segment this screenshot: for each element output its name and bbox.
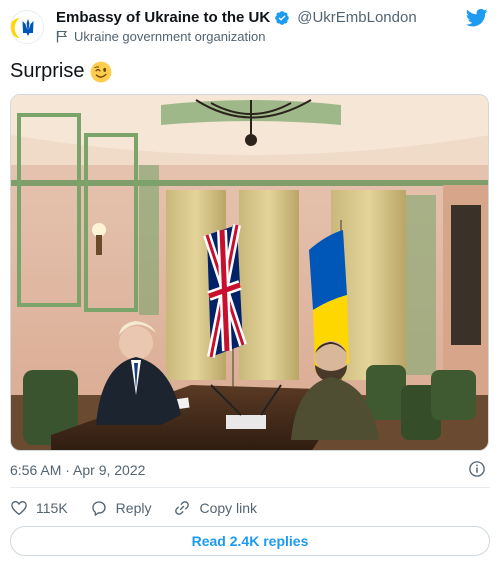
read-replies-button[interactable]: Read 2.4K replies xyxy=(10,526,490,556)
tweet-card: Embassy of Ukraine to the UK @UkrEmbLond… xyxy=(0,0,500,563)
ukraine-trident-icon xyxy=(11,11,43,43)
tweet-timestamp[interactable]: 6:56 AM · Apr 9, 2022 xyxy=(10,462,145,478)
action-bar: 115K Reply Copy link xyxy=(10,497,279,519)
reply-label: Reply xyxy=(115,500,152,516)
account-handle[interactable]: @UkrEmbLondon xyxy=(297,9,416,26)
account-name-line: Embassy of Ukraine to the UK @UkrEmbLond… xyxy=(56,9,417,26)
twitter-bird-icon[interactable] xyxy=(466,8,488,28)
divider xyxy=(10,487,490,488)
government-flag-icon xyxy=(56,30,68,43)
like-count: 115K xyxy=(36,500,68,516)
avatar[interactable] xyxy=(10,10,44,44)
affiliation-label: Ukraine government organization xyxy=(74,29,266,44)
reply-button[interactable]: Reply xyxy=(90,499,152,517)
tweet-text-content: Surprise xyxy=(10,60,85,82)
tweet-text: Surprise xyxy=(10,60,112,83)
winking-face-emoji xyxy=(91,61,112,82)
affiliation-line: Ukraine government organization xyxy=(56,29,266,44)
info-icon[interactable] xyxy=(468,460,486,478)
account-display-name[interactable]: Embassy of Ukraine to the UK xyxy=(56,9,270,26)
copy-link-button[interactable]: Copy link xyxy=(173,499,257,517)
copy-link-label: Copy link xyxy=(199,500,258,516)
tweet-photo[interactable] xyxy=(10,94,489,451)
embassy-meeting-photo xyxy=(11,95,488,450)
heart-icon xyxy=(11,501,27,516)
link-icon xyxy=(175,501,190,515)
verified-badge-icon xyxy=(275,10,290,25)
like-button[interactable]: 115K xyxy=(10,499,68,517)
reply-bubble-icon xyxy=(91,501,106,516)
